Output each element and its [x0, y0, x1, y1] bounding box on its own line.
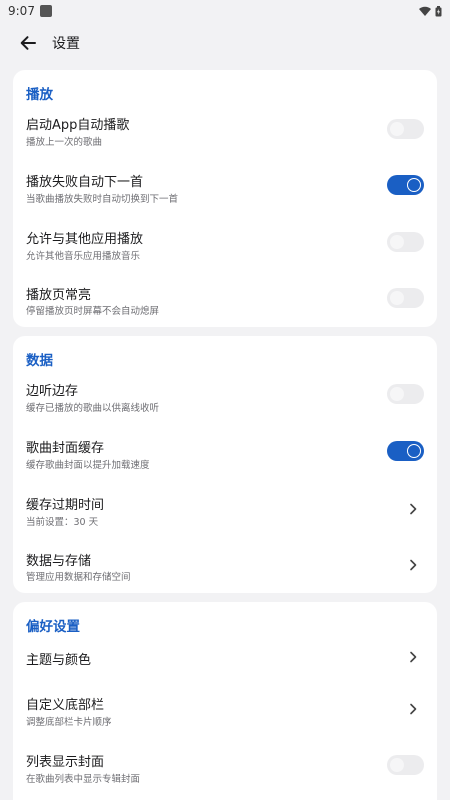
skip-on-fail-toggle[interactable] — [387, 175, 424, 195]
setting-subtitle: 停留播放页时屏幕不会自动熄屏 — [26, 306, 160, 317]
setting-title: 数据与存储 — [26, 554, 92, 569]
setting-row-skip-on-fail[interactable]: 播放失败自动下一首 当歌曲播放失败时自动切换到下一首 — [13, 167, 437, 217]
setting-row-autoplay-on-start[interactable]: 启动App自动播歌 播放上一次的歌曲 — [13, 110, 437, 160]
chevron-right-icon — [410, 651, 417, 663]
setting-title: 边听边存 — [26, 384, 79, 399]
chevron-right-icon — [410, 503, 417, 515]
setting-row-cache-while-listening[interactable]: 边听边存 缓存已播放的歌曲以供离线收听 — [13, 376, 437, 426]
status-left: 9:07 — [8, 4, 52, 18]
list-show-cover-toggle[interactable] — [387, 755, 424, 775]
keep-screen-on-toggle[interactable] — [387, 288, 424, 308]
setting-row-mix-with-others[interactable]: 允许与其他应用播放 允许其他音乐应用播放音乐 — [13, 224, 437, 274]
setting-row-list-show-cover[interactable]: 列表显示封面 在歌曲列表中显示专辑封面 — [13, 747, 437, 797]
setting-title: 歌曲封面缓存 — [26, 441, 105, 456]
back-arrow-icon — [20, 36, 36, 50]
wifi-icon — [419, 6, 431, 16]
playback-card: 播放 启动App自动播歌 播放上一次的歌曲 播放失败自动下一首 当歌曲播放失败时… — [13, 70, 437, 327]
setting-title: 列表显示封面 — [26, 755, 105, 770]
setting-title: 播放页常亮 — [26, 288, 92, 303]
chevron-right-icon — [410, 703, 417, 715]
section-title-playback: 播放 — [26, 87, 53, 103]
chevron-right-icon — [410, 559, 417, 571]
status-right — [419, 5, 442, 17]
cover-cache-toggle[interactable] — [387, 441, 424, 461]
setting-title: 自定义底部栏 — [26, 698, 105, 713]
section-title-preferences: 偏好设置 — [26, 619, 80, 635]
setting-title: 播放失败自动下一首 — [26, 175, 144, 190]
setting-title: 允许与其他应用播放 — [26, 232, 144, 247]
data-card: 数据 边听边存 缓存已播放的歌曲以供离线收听 歌曲封面缓存 缓存歌曲封面以提升加… — [13, 336, 437, 593]
setting-subtitle: 当歌曲播放失败时自动切换到下一首 — [26, 194, 179, 205]
setting-subtitle: 管理应用数据和存储空间 — [26, 572, 131, 583]
setting-subtitle: 缓存已播放的歌曲以供离线收听 — [26, 403, 160, 414]
mix-with-others-toggle[interactable] — [387, 232, 424, 252]
status-time: 9:07 — [8, 4, 35, 18]
status-bar: 9:07 — [0, 0, 450, 22]
back-button[interactable] — [17, 32, 39, 54]
cache-while-listening-toggle[interactable] — [387, 384, 424, 404]
setting-row-cache-expiry[interactable]: 缓存过期时间 当前设置：30 天 — [13, 490, 437, 540]
page-title: 设置 — [52, 36, 80, 52]
notification-icon — [39, 5, 52, 17]
setting-title: 缓存过期时间 — [26, 498, 105, 513]
setting-title: 启动App自动播歌 — [26, 118, 130, 133]
preferences-card: 偏好设置 主题与颜色 自定义底部栏 调整底部栏卡片顺序 列表显示封面 在歌曲列表… — [13, 602, 437, 800]
setting-subtitle: 允许其他音乐应用播放音乐 — [26, 251, 141, 262]
setting-title: 主题与颜色 — [26, 653, 92, 668]
setting-row-custom-bottom-bar[interactable]: 自定义底部栏 调整底部栏卡片顺序 — [13, 690, 437, 740]
battery-icon — [435, 5, 442, 16]
setting-row-data-storage[interactable]: 数据与存储 管理应用数据和存储空间 — [13, 547, 437, 593]
section-title-data: 数据 — [26, 353, 53, 369]
autoplay-on-start-toggle[interactable] — [387, 119, 424, 139]
setting-subtitle: 当前设置：30 天 — [26, 517, 99, 528]
setting-row-theme-colors[interactable]: 主题与颜色 — [13, 642, 437, 676]
setting-subtitle: 播放上一次的歌曲 — [26, 137, 103, 148]
setting-row-cover-cache[interactable]: 歌曲封面缓存 缓存歌曲封面以提升加载速度 — [13, 433, 437, 483]
top-app-bar: 设置 — [0, 24, 450, 62]
setting-subtitle: 缓存歌曲封面以提升加载速度 — [26, 460, 150, 471]
setting-row-keep-screen-on[interactable]: 播放页常亮 停留播放页时屏幕不会自动熄屏 — [13, 281, 437, 327]
setting-subtitle: 在歌曲列表中显示专辑封面 — [26, 774, 141, 785]
setting-subtitle: 调整底部栏卡片顺序 — [26, 717, 112, 728]
